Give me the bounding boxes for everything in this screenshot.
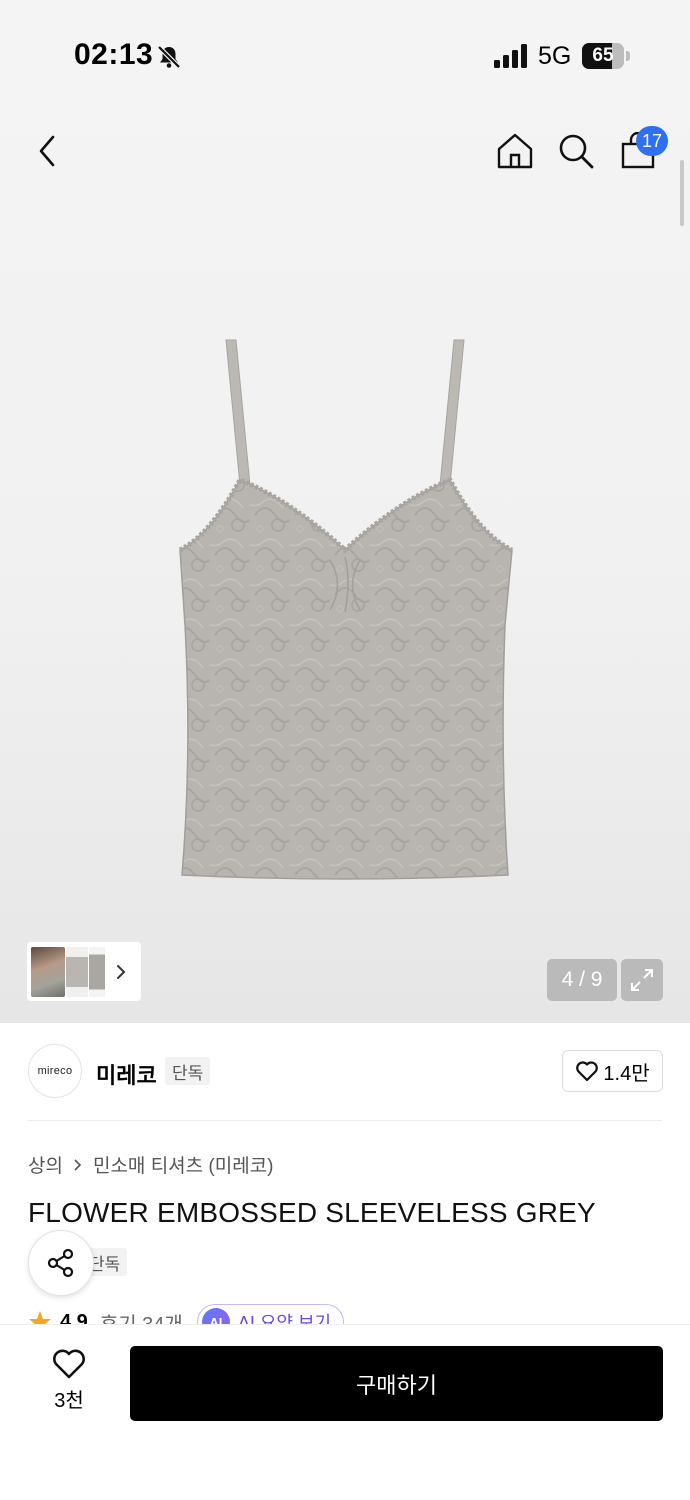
thumbnail-strip[interactable]	[27, 942, 141, 1001]
breadcrumb-item[interactable]: 민소매 티셔츠 (미레코)	[93, 1151, 274, 1178]
battery-level: 65	[592, 45, 614, 66]
back-button[interactable]	[24, 127, 72, 175]
page-indicator: 4 / 9	[547, 959, 617, 1001]
home-icon	[497, 133, 533, 169]
search-button[interactable]	[552, 127, 600, 175]
wishlist-button[interactable]: 3천	[36, 1348, 102, 1416]
brand-name[interactable]: 미레코	[96, 1058, 157, 1090]
thumbnail-image[interactable]	[66, 946, 88, 997]
signal-bars-icon	[494, 44, 527, 68]
product-title: FLOWER EMBOSSED SLEEVELESS GREY	[28, 1197, 596, 1228]
bell-slash-icon	[157, 45, 181, 69]
share-button[interactable]	[28, 1230, 94, 1296]
network-label: 5G	[538, 42, 572, 70]
chevron-left-icon	[39, 135, 55, 167]
wishlist-count: 3천	[54, 1390, 84, 1412]
breadcrumb-item[interactable]: 상의	[28, 1151, 63, 1178]
ai-summary-button[interactable]: AI AI 요약 보기	[196, 1304, 345, 1326]
cart-count-badge: 17	[636, 126, 668, 156]
heart-icon	[53, 1349, 85, 1379]
scrollbar[interactable]	[680, 160, 684, 226]
expand-icon	[631, 969, 653, 991]
brand-logo[interactable]: mireco	[28, 1044, 82, 1098]
battery-icon: 65	[582, 43, 630, 69]
breadcrumb: 상의 민소매 티셔츠 (미레코)	[28, 1151, 274, 1178]
expand-button[interactable]	[621, 959, 663, 1001]
chevron-right-icon[interactable]	[114, 963, 128, 981]
thumbnail-image[interactable]	[31, 946, 65, 997]
search-icon	[559, 134, 594, 169]
brand-like-button[interactable]: 1.4만	[562, 1050, 663, 1092]
rating-row: 4.9 후기 34개 AI AI 요약 보기	[28, 1302, 668, 1326]
heart-icon	[576, 1061, 599, 1082]
chevron-right-icon	[74, 1158, 82, 1171]
divider	[28, 1120, 662, 1121]
status-time: 02:13	[74, 38, 154, 71]
thumbnail-image[interactable]	[89, 946, 105, 997]
home-button[interactable]	[491, 127, 539, 175]
exclusive-badge: 단독	[165, 1057, 211, 1085]
buy-button[interactable]: 구매하기	[130, 1346, 663, 1421]
product-image[interactable]	[170, 335, 520, 885]
brand-like-count: 1.4만	[603, 1062, 650, 1085]
share-icon	[47, 1248, 74, 1278]
